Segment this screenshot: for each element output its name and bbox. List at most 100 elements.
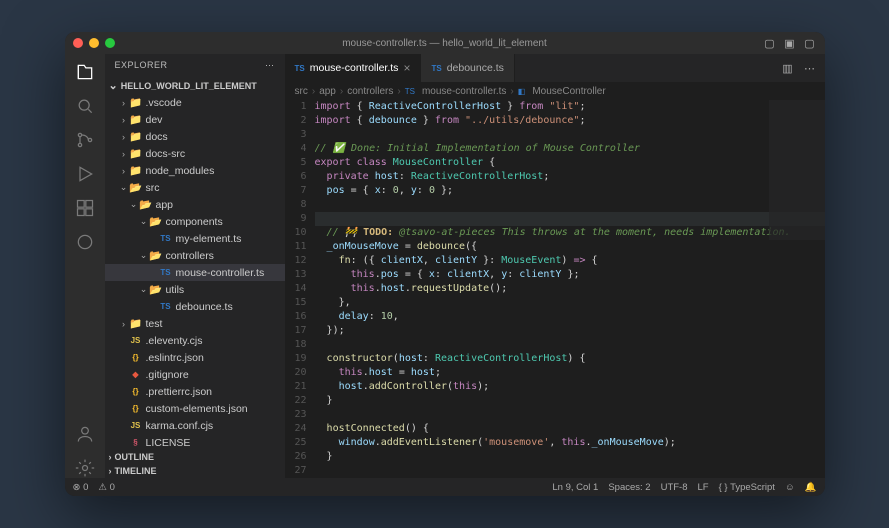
code-line[interactable]: // 🚧 TODO: @tsavo-at-pieces This throws … bbox=[315, 226, 825, 240]
tree-item[interactable]: ›📁docs bbox=[105, 128, 285, 145]
layout-panel-icon[interactable]: ▣ bbox=[783, 36, 797, 50]
notifications-icon[interactable]: 🔔 bbox=[805, 482, 817, 493]
tree-item[interactable]: ›📁.vscode bbox=[105, 94, 285, 111]
close-tab-icon[interactable]: × bbox=[403, 61, 410, 75]
breadcrumb-item[interactable]: src bbox=[295, 86, 308, 97]
status-warnings[interactable]: ⚠ 0 bbox=[98, 482, 114, 493]
extensions-icon[interactable] bbox=[75, 198, 95, 218]
code-line[interactable]: this.host.requestUpdate(); bbox=[315, 282, 825, 296]
code-line[interactable]: host.addController(this); bbox=[315, 380, 825, 394]
settings-gear-icon[interactable] bbox=[75, 458, 95, 478]
tree-item[interactable]: ⌄📂components bbox=[105, 213, 285, 230]
tree-item[interactable]: JS.eleventy.cjs bbox=[105, 332, 285, 349]
code-line[interactable]: } bbox=[315, 450, 825, 464]
sidebar: EXPLORER ⋯ HELLO_WORLD_LIT_ELEMENT ›📁.vs… bbox=[105, 54, 285, 478]
search-icon[interactable] bbox=[75, 96, 95, 116]
run-debug-icon[interactable] bbox=[75, 164, 95, 184]
minimap[interactable] bbox=[769, 100, 825, 240]
timeline-section[interactable]: TIMELINE bbox=[105, 464, 285, 478]
code-editor[interactable]: 1234567891011121314151617181920212223242… bbox=[285, 100, 825, 478]
tree-item[interactable]: TSmy-element.ts bbox=[105, 230, 285, 247]
breadcrumb-item[interactable]: app bbox=[319, 86, 336, 97]
code-line[interactable]: fn: ({ clientX, clientY }: MouseEvent) =… bbox=[315, 254, 825, 268]
tree-item-label: .prettierrc.json bbox=[146, 386, 213, 398]
code-line[interactable] bbox=[315, 198, 825, 212]
tree-item[interactable]: ⌄📂app bbox=[105, 196, 285, 213]
code-line[interactable]: } bbox=[315, 394, 825, 408]
chevron-right-icon bbox=[109, 452, 112, 462]
feedback-icon[interactable]: ☺ bbox=[785, 482, 795, 493]
status-lncol[interactable]: Ln 9, Col 1 bbox=[552, 482, 598, 493]
maximize-window-icon[interactable] bbox=[105, 38, 115, 48]
tree-item[interactable]: {}custom-elements.json bbox=[105, 400, 285, 417]
layout-right-icon[interactable]: ▢ bbox=[803, 36, 817, 50]
tree-item-label: .eleventy.cjs bbox=[146, 335, 203, 347]
tree-item[interactable]: §LICENSE bbox=[105, 434, 285, 450]
more-actions-icon[interactable]: ⋯ bbox=[803, 61, 817, 75]
code-line[interactable]: import { ReactiveControllerHost } from "… bbox=[315, 100, 825, 114]
code-line[interactable]: constructor(host: ReactiveControllerHost… bbox=[315, 352, 825, 366]
code-line[interactable]: // ✅ Done: Initial Implementation of Mou… bbox=[315, 142, 825, 156]
minimize-window-icon[interactable] bbox=[89, 38, 99, 48]
tree-item[interactable]: ⌄📂utils bbox=[105, 281, 285, 298]
tree-item[interactable]: ◆.gitignore bbox=[105, 366, 285, 383]
code-line[interactable]: import { debounce } from "../utils/debou… bbox=[315, 114, 825, 128]
layout-sidebar-icon[interactable]: ▢ bbox=[763, 36, 777, 50]
code-line[interactable]: }); bbox=[315, 324, 825, 338]
code-line[interactable]: delay: 10, bbox=[315, 310, 825, 324]
status-errors[interactable]: ⊗ 0 bbox=[73, 482, 89, 493]
tree-item[interactable]: TSmouse-controller.ts bbox=[105, 264, 285, 281]
file-tree: ›📁.vscode›📁dev›📁docs›📁docs-src›📁node_mod… bbox=[105, 94, 285, 450]
status-encoding[interactable]: UTF-8 bbox=[661, 482, 688, 493]
editor-tab[interactable]: TSdebounce.ts bbox=[421, 54, 514, 82]
code-line[interactable]: _onMouseMove = debounce({ bbox=[315, 240, 825, 254]
breadcrumb-item[interactable]: MouseController bbox=[532, 86, 605, 97]
window-title: mouse-controller.ts — hello_world_lit_el… bbox=[342, 38, 547, 49]
code-line[interactable]: pos = { x: 0, y: 0 }; bbox=[315, 184, 825, 198]
project-section[interactable]: HELLO_WORLD_LIT_ELEMENT bbox=[105, 77, 285, 94]
split-editor-icon[interactable]: ▥ bbox=[781, 61, 795, 75]
code-line[interactable]: this.host = host; bbox=[315, 366, 825, 380]
tree-item-label: controllers bbox=[166, 250, 214, 262]
tree-item[interactable]: ⌄📂controllers bbox=[105, 247, 285, 264]
tree-item[interactable]: JSkarma.conf.cjs bbox=[105, 417, 285, 434]
tree-item[interactable]: ›📁node_modules bbox=[105, 162, 285, 179]
tree-item[interactable]: {}.eslintrc.json bbox=[105, 349, 285, 366]
breadcrumbs[interactable]: src›app›controllers›TSmouse-controller.t… bbox=[285, 82, 825, 100]
code-line[interactable] bbox=[315, 338, 825, 352]
status-language[interactable]: { } TypeScript bbox=[719, 482, 775, 493]
tree-item[interactable]: ›📁test bbox=[105, 315, 285, 332]
breadcrumb-item[interactable]: mouse-controller.ts bbox=[422, 86, 506, 97]
tree-item[interactable]: ›📁dev bbox=[105, 111, 285, 128]
tree-item-label: .gitignore bbox=[146, 369, 189, 381]
status-spaces[interactable]: Spaces: 2 bbox=[608, 482, 650, 493]
code-line[interactable]: hostConnected() { bbox=[315, 422, 825, 436]
code-line[interactable] bbox=[315, 408, 825, 422]
code-line[interactable] bbox=[315, 212, 825, 226]
close-window-icon[interactable] bbox=[73, 38, 83, 48]
explorer-icon[interactable] bbox=[75, 62, 95, 82]
tree-item-label: test bbox=[146, 318, 163, 330]
breadcrumb-item[interactable]: controllers bbox=[347, 86, 393, 97]
editor-tab[interactable]: TSmouse-controller.ts× bbox=[285, 54, 422, 82]
titlebar[interactable]: mouse-controller.ts — hello_world_lit_el… bbox=[65, 32, 825, 54]
tree-item-label: my-element.ts bbox=[176, 233, 242, 245]
code-line[interactable]: this.pos = { x: clientX, y: clientY }; bbox=[315, 268, 825, 282]
accounts-icon[interactable] bbox=[75, 424, 95, 444]
status-eol[interactable]: LF bbox=[698, 482, 709, 493]
source-control-icon[interactable] bbox=[75, 130, 95, 150]
more-icon[interactable]: ⋯ bbox=[265, 60, 275, 71]
code-line[interactable] bbox=[315, 128, 825, 142]
outline-section[interactable]: OUTLINE bbox=[105, 450, 285, 464]
code-line[interactable]: export class MouseController { bbox=[315, 156, 825, 170]
tree-item[interactable]: ⌄📂src bbox=[105, 179, 285, 196]
tree-item[interactable]: ›📁docs-src bbox=[105, 145, 285, 162]
code-line[interactable]: private host: ReactiveControllerHost; bbox=[315, 170, 825, 184]
code-line[interactable] bbox=[315, 464, 825, 478]
pieces-icon[interactable] bbox=[75, 232, 95, 252]
traffic-lights bbox=[73, 38, 115, 48]
code-line[interactable]: }, bbox=[315, 296, 825, 310]
tree-item[interactable]: TSdebounce.ts bbox=[105, 298, 285, 315]
code-line[interactable]: window.addEventListener('mousemove', thi… bbox=[315, 436, 825, 450]
tree-item[interactable]: {}.prettierrc.json bbox=[105, 383, 285, 400]
